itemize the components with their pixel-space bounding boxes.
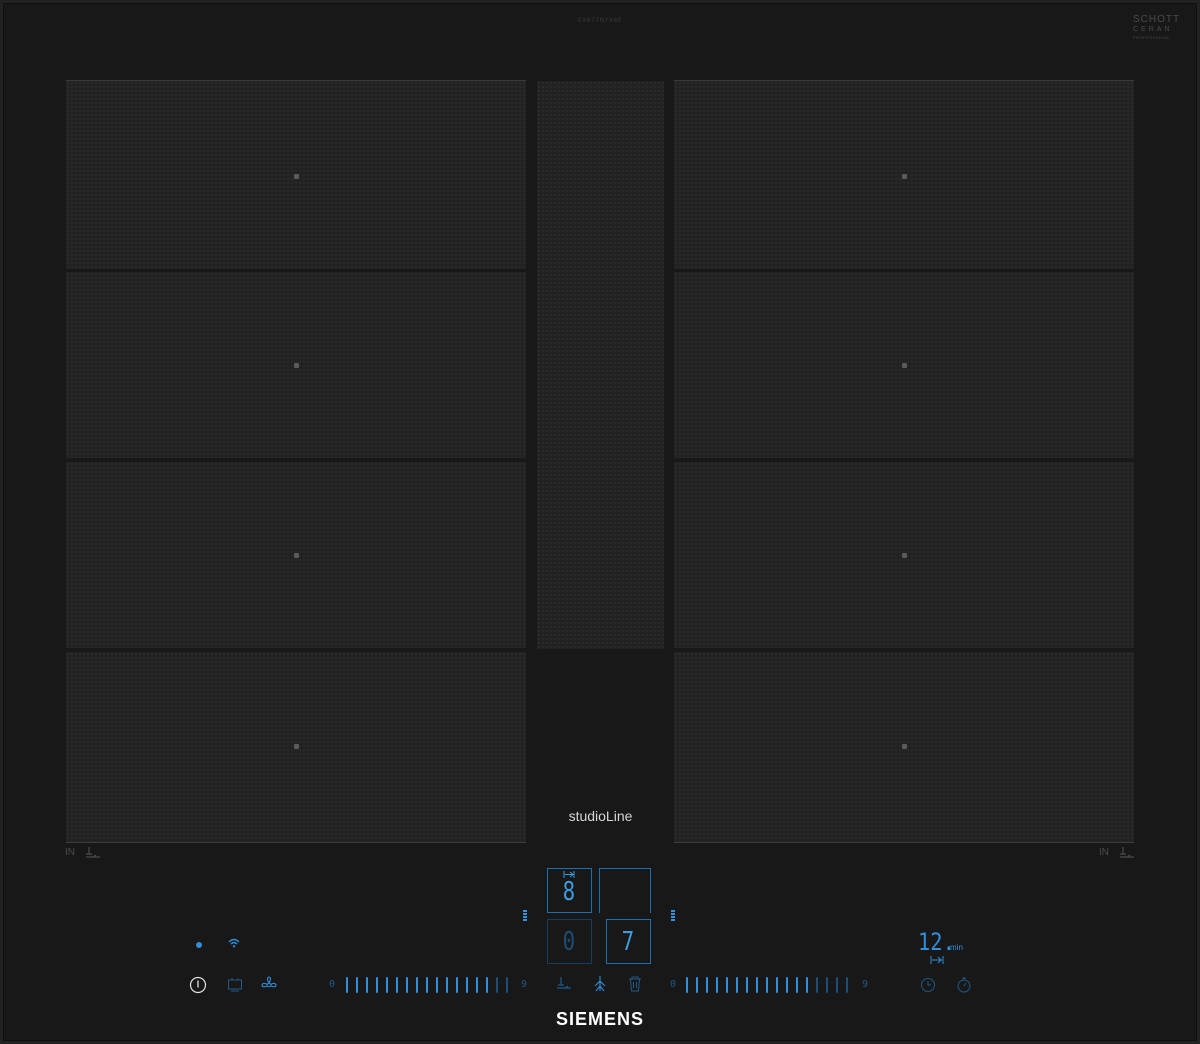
right-zone-1[interactable] — [674, 80, 1134, 269]
slider-tick[interactable] — [716, 977, 718, 993]
slider-tick[interactable] — [776, 977, 778, 993]
zone-marker-icon — [902, 174, 907, 179]
zone-marker-icon — [902, 744, 907, 749]
slider-tick[interactable] — [746, 977, 748, 993]
right-induction-label: IN — [1099, 847, 1109, 858]
frying-sensor-icon[interactable] — [555, 976, 573, 992]
wifi-icon — [228, 938, 240, 948]
ceran-logo-line3: PROFESSIONAL — [1133, 35, 1171, 40]
slider-tick[interactable] — [706, 977, 708, 993]
center-strip — [537, 81, 664, 649]
ceran-logo: SCHOTT CERAN PROFESSIONAL — [1133, 15, 1180, 40]
clean-lock-icon[interactable] — [627, 976, 643, 992]
display-top-right[interactable] — [599, 868, 651, 913]
slider-tick[interactable] — [436, 977, 438, 993]
display-digit: 0 — [562, 927, 576, 957]
slider-tick[interactable] — [766, 977, 768, 993]
slider-tick[interactable] — [786, 977, 788, 993]
brand-logo: SIEMENS — [555, 1009, 645, 1029]
slider-tick[interactable] — [836, 977, 838, 993]
left-zone-2[interactable] — [66, 272, 526, 458]
slider-tick[interactable] — [446, 977, 448, 993]
slider-tick[interactable] — [466, 977, 468, 993]
slider-tick[interactable] — [396, 977, 398, 993]
ceran-logo-line2: CERAN — [1133, 26, 1173, 33]
slider-tick[interactable] — [736, 977, 738, 993]
zone-marker-icon — [902, 553, 907, 558]
slider-tick[interactable] — [806, 977, 808, 993]
pan-detect-icon — [86, 847, 100, 858]
slider-tick[interactable] — [376, 977, 378, 993]
right-slider-max: 9 — [862, 979, 869, 990]
ceran-logo-line1: SCHOTT — [1133, 14, 1181, 25]
display-top-left[interactable]: 8 — [547, 868, 592, 913]
timer-unit: min — [950, 943, 963, 952]
hood-fan-icon[interactable] — [260, 976, 278, 994]
zone-marker-icon — [294, 174, 299, 179]
display-digit: 8 — [562, 877, 576, 907]
left-induction-label: IN — [65, 847, 75, 858]
right-zone-2[interactable] — [674, 272, 1134, 458]
slider-tick[interactable] — [506, 977, 508, 993]
zone-marker-icon — [902, 363, 907, 368]
slider-tick[interactable] — [486, 977, 488, 993]
slider-tick[interactable] — [476, 977, 478, 993]
model-code: EX677NYX6E — [577, 17, 623, 24]
pan-detect-icon — [1120, 847, 1134, 858]
slider-tick[interactable] — [426, 977, 428, 993]
right-zone-4[interactable] — [674, 652, 1134, 842]
zone-marker-icon — [294, 363, 299, 368]
zone-marker-icon — [294, 553, 299, 558]
stopwatch-icon[interactable] — [956, 976, 972, 993]
timer-clock-icon[interactable] — [920, 977, 936, 993]
slider-tick[interactable] — [406, 977, 408, 993]
timer-boost-icon — [930, 956, 944, 964]
slider-tick[interactable] — [456, 977, 458, 993]
power-icon[interactable] — [189, 976, 207, 994]
zone-marker-icon — [294, 744, 299, 749]
cooktop-panel: EX677NYX6E SCHOTT CERAN PROFESSIONAL stu… — [0, 0, 1200, 1044]
right-zone-indicator-icon — [671, 910, 675, 922]
slider-tick[interactable] — [846, 977, 848, 993]
display-bottom-right[interactable]: 7 — [606, 919, 651, 964]
right-zone-3[interactable] — [674, 462, 1134, 648]
left-slider-max: 9 — [521, 979, 528, 990]
slider-tick[interactable] — [686, 977, 688, 993]
right-slider-min: 0 — [670, 979, 677, 990]
left-slider-min: 0 — [329, 979, 336, 990]
display-bottom-left[interactable]: 0 — [547, 919, 592, 964]
flex-zone-icon[interactable] — [592, 975, 608, 993]
left-zone-4[interactable] — [66, 652, 526, 842]
left-power-slider[interactable] — [346, 977, 518, 993]
right-power-slider[interactable] — [686, 977, 858, 993]
slider-tick[interactable] — [816, 977, 818, 993]
slider-tick[interactable] — [386, 977, 388, 993]
slider-tick[interactable] — [356, 977, 358, 993]
slider-tick[interactable] — [346, 977, 348, 993]
slider-tick[interactable] — [416, 977, 418, 993]
left-zone-edge — [66, 842, 526, 843]
slider-tick[interactable] — [796, 977, 798, 993]
right-zone-edge — [674, 842, 1134, 843]
slider-tick[interactable] — [496, 977, 498, 993]
slider-tick[interactable] — [826, 977, 828, 993]
display-digit: 7 — [621, 927, 635, 957]
left-zone-1[interactable] — [66, 80, 526, 269]
slider-tick[interactable] — [696, 977, 698, 993]
left-zone-3[interactable] — [66, 462, 526, 648]
pan-detect-icon[interactable] — [227, 977, 243, 993]
slider-tick[interactable] — [756, 977, 758, 993]
dot-icon — [196, 942, 202, 948]
left-zone-indicator-icon — [523, 910, 527, 922]
series-label: studioLine — [568, 808, 633, 824]
slider-tick[interactable] — [366, 977, 368, 993]
slider-tick[interactable] — [726, 977, 728, 993]
